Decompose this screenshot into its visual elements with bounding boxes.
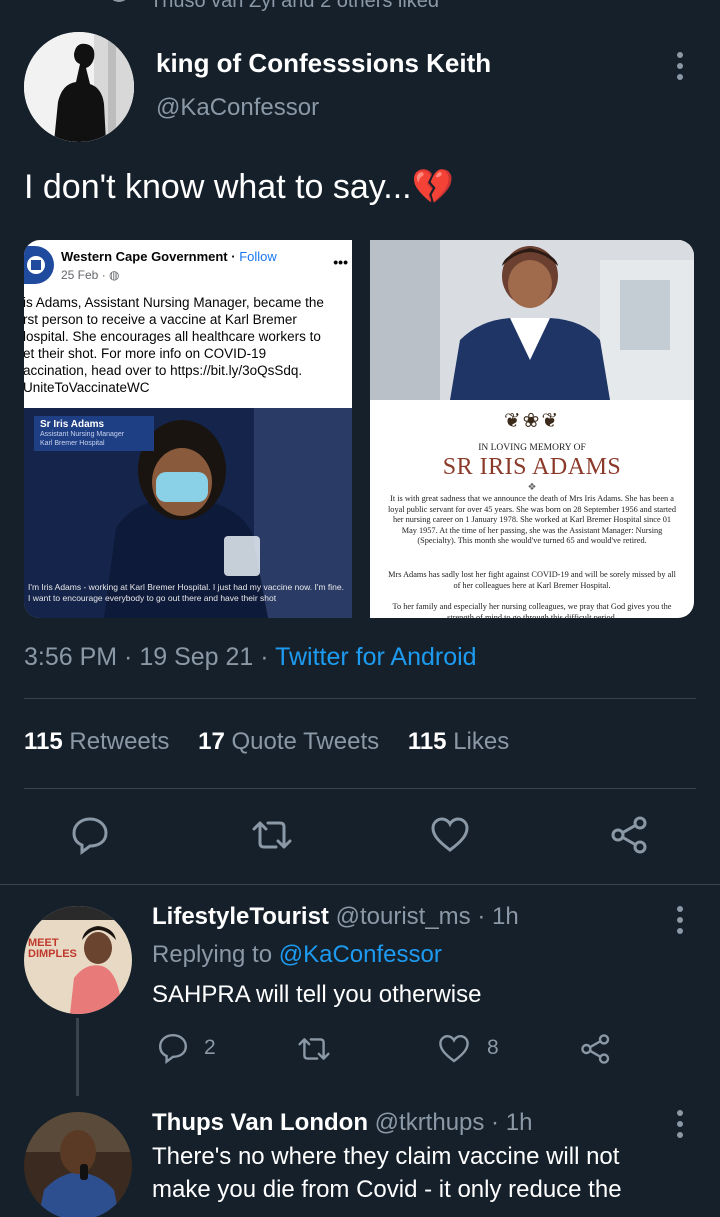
quotes-count: 17 xyxy=(198,728,225,755)
thread-connector xyxy=(76,1018,79,1096)
facebook-post-date: 25 Feb · ◍ xyxy=(61,268,120,282)
more-options-icon[interactable] xyxy=(675,906,685,934)
facebook-page-name: Western Cape Government · Follow xyxy=(61,249,277,264)
reply-time: 1h xyxy=(505,1109,533,1136)
reply-icon[interactable] xyxy=(157,1032,189,1064)
like-heart-icon[interactable] xyxy=(438,1033,470,1065)
fb-line: accination, head over to https://bit.ly/… xyxy=(24,363,303,378)
fb-line: et their shot. For more info on COVID-19 xyxy=(24,346,267,361)
media-image-facebook-post[interactable]: Western Cape Government · Follow 25 Feb … xyxy=(24,240,352,618)
tweet-timestamp: 3:56 PM · 19 Sep 21 · Twitter for Androi… xyxy=(24,643,477,671)
broken-heart-emoji: 💔 xyxy=(411,168,454,206)
tweet-date: 19 Sep 21 xyxy=(139,643,254,671)
memorial-paragraph: It is with great sadness that we announc… xyxy=(388,494,677,545)
memorial-subtitle: IN LOVING MEMORY OF xyxy=(478,443,586,453)
globe-icon: ◍ xyxy=(109,268,120,282)
divider xyxy=(0,884,720,885)
government-logo-icon xyxy=(24,246,54,284)
fb-org-label: Western Cape Government xyxy=(61,249,228,264)
heart-icon xyxy=(108,0,130,2)
memorial-ornament: ❦❀❦ xyxy=(503,410,561,432)
reply-icon[interactable] xyxy=(70,815,110,855)
share-icon[interactable] xyxy=(580,1033,612,1065)
reply-text: There's no where they claim vaccine will… xyxy=(152,1143,620,1170)
reply-text: SAHPRA will tell you otherwise xyxy=(152,981,482,1008)
author-handle[interactable]: @KaConfessor xyxy=(156,94,319,122)
likes-count: 115 xyxy=(407,728,447,755)
reply-avatar[interactable] xyxy=(24,1112,132,1217)
quotes-label: Quote Tweets xyxy=(231,728,380,755)
tweet-time: 3:56 PM xyxy=(24,643,118,671)
divider xyxy=(24,698,696,699)
memorial-divider: ❖ xyxy=(527,482,537,493)
tweet-text: I don't know what to say...💔 xyxy=(24,166,454,208)
reply-author-line: Thups Van London @tkrthups · 1h xyxy=(152,1109,533,1136)
replying-to-handle[interactable]: @KaConfessor xyxy=(279,941,442,968)
video-still: Sr Iris Adams Assistant Nursing Manager … xyxy=(24,408,352,618)
reply-author-name[interactable]: LifestyleTourist xyxy=(152,903,329,930)
like-count: 8 xyxy=(487,1036,499,1059)
reply-count: 2 xyxy=(204,1036,216,1059)
fb-line: UniteToVaccinateWC xyxy=(24,380,150,395)
video-place: Karl Bremer Hospital xyxy=(40,440,105,447)
reply-avatar[interactable]: MEET DIMPLES xyxy=(24,906,132,1014)
video-caption: I'm Iris Adams - working at Karl Bremer … xyxy=(28,582,344,603)
reply-time: 1h xyxy=(491,903,519,930)
video-role: Assistant Nursing Manager xyxy=(40,431,125,438)
author-name[interactable]: king of Confesssions Keith xyxy=(156,48,491,79)
quotes-stat[interactable]: 17 Quote Tweets xyxy=(198,728,401,755)
like-heart-icon[interactable] xyxy=(430,815,470,855)
fb-line: is Adams, Assistant Nursing Manager, bec… xyxy=(24,295,324,310)
tweet-body: I don't know what to say... xyxy=(24,168,412,206)
fb-line: lospital. She encourages all healthcare … xyxy=(24,329,321,344)
reply-author-line: LifestyleTourist @tourist_ms · 1h xyxy=(152,903,519,930)
memorial-photo xyxy=(370,240,694,400)
more-options-icon[interactable] xyxy=(675,52,685,80)
retweets-count: 115 xyxy=(24,728,63,755)
tweet-source-link[interactable]: Twitter for Android xyxy=(275,643,476,671)
reply-author-handle[interactable]: @tkrthups xyxy=(375,1109,485,1136)
retweet-icon[interactable] xyxy=(250,815,292,855)
divider xyxy=(24,788,696,789)
video-name: Sr Iris Adams xyxy=(40,419,105,430)
reply-author-name[interactable]: Thups Van London xyxy=(152,1109,368,1136)
media-image-memorial[interactable]: ❦❀❦ IN LOVING MEMORY OF SR IRIS ADAMS ❖ … xyxy=(370,240,694,618)
more-options-icon[interactable] xyxy=(675,1110,685,1138)
reply-text: make you die from Covid - it only reduce… xyxy=(152,1176,622,1203)
video-nameplate: Sr Iris Adams Assistant Nursing Manager … xyxy=(34,416,154,451)
fb-line: rst person to receive a vaccine at Karl … xyxy=(24,312,297,327)
retweets-stat[interactable]: 115 Retweets xyxy=(24,728,191,755)
reply-author-handle[interactable]: @tourist_ms xyxy=(336,903,471,930)
replying-to-prefix: Replying to xyxy=(152,941,273,968)
memorial-paragraph: To her family and especially her nursing… xyxy=(392,602,672,618)
memorial-title: SR IRIS ADAMS xyxy=(442,454,622,480)
engagement-stats: 115 Retweets 17 Quote Tweets 115 Likes xyxy=(24,728,531,756)
replying-to: Replying to @KaConfessor xyxy=(152,941,442,969)
likes-stat[interactable]: 115 Likes xyxy=(408,728,531,755)
facebook-more-icon: ••• xyxy=(333,254,348,270)
facebook-post-text: is Adams, Assistant Nursing Manager, bec… xyxy=(24,294,352,396)
memorial-paragraph: Mrs Adams has sadly lost her fight again… xyxy=(388,570,676,590)
likes-label: Likes xyxy=(453,728,510,755)
fb-date-label: 25 Feb · xyxy=(61,268,110,282)
liked-by-text: Thuso van Zyl and 2 others liked xyxy=(150,0,440,12)
author-avatar[interactable] xyxy=(24,32,134,142)
avatar-text: MEET DIMPLES xyxy=(28,937,77,960)
share-icon[interactable] xyxy=(610,815,650,855)
fb-follow-label: Follow xyxy=(239,249,277,264)
retweet-icon[interactable] xyxy=(296,1033,332,1065)
retweets-label: Retweets xyxy=(69,728,170,755)
